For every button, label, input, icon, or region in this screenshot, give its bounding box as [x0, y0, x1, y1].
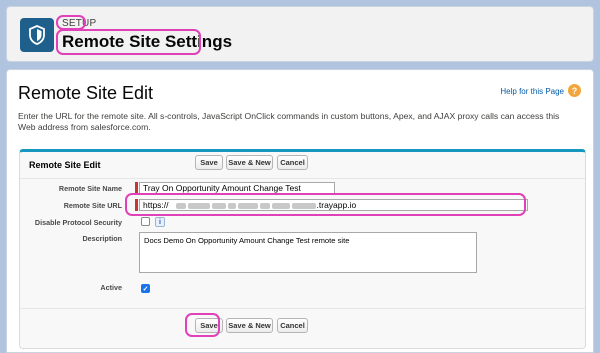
remote-site-name-label: Remote Site Name: [58, 184, 122, 193]
help-icon[interactable]: ?: [568, 84, 581, 97]
panel-header-divider: [20, 178, 585, 179]
title-highlight: [56, 29, 201, 55]
panel-footer-divider: [20, 308, 585, 309]
shield-icon: [20, 18, 54, 52]
save-new-button-top[interactable]: Save & New: [226, 155, 273, 170]
active-label: Active: [100, 283, 122, 292]
save-highlight: [185, 313, 220, 337]
active-checkbox[interactable]: ✓: [141, 284, 150, 293]
edit-panel: Remote Site Edit Save Save & New Cancel …: [19, 149, 586, 349]
remote-site-url-label: Remote Site URL: [63, 201, 122, 210]
save-new-button-bottom[interactable]: Save & New: [226, 318, 273, 333]
panel-title: Remote Site Edit: [29, 160, 101, 170]
save-button-top[interactable]: Save: [195, 155, 223, 170]
disable-protocol-security-label: Disable Protocol Security: [34, 218, 122, 227]
disable-protocol-security-checkbox[interactable]: [141, 217, 150, 226]
info-icon[interactable]: i: [155, 217, 165, 227]
description-textarea[interactable]: Docs Demo On Opportunity Amount Change T…: [139, 232, 477, 273]
help-link[interactable]: Help for this Page: [500, 87, 564, 96]
setup-highlight: [56, 15, 86, 30]
description-label: Description: [82, 234, 122, 243]
cancel-button-top[interactable]: Cancel: [277, 155, 308, 170]
main-title: Remote Site Edit: [18, 83, 154, 103]
page-description: Enter the URL for the remote site. All s…: [18, 111, 560, 132]
url-highlight: [125, 193, 526, 216]
cancel-button-bottom[interactable]: Cancel: [277, 318, 308, 333]
